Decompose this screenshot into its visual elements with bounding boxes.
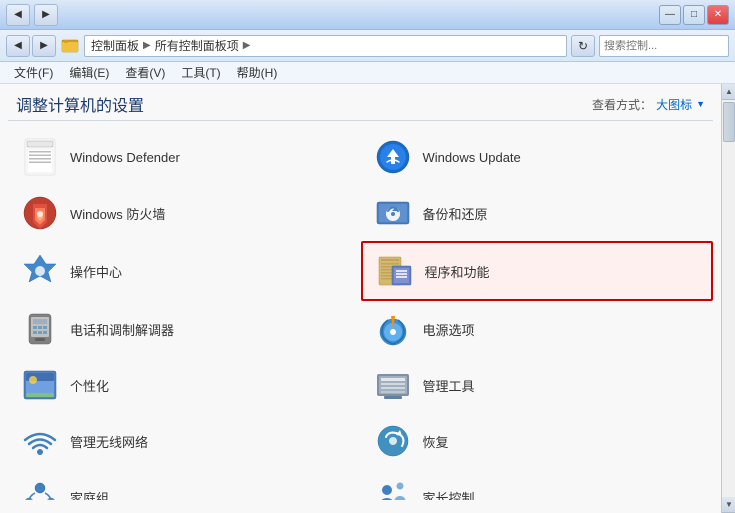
address-icon	[60, 36, 80, 56]
admin-tools-icon	[373, 365, 413, 405]
menu-bar: 文件(F) 编辑(E) 查看(V) 工具(T) 帮助(H)	[0, 62, 735, 84]
address-bar: ◀ ▶ 控制面板 ▶ 所有控制面板项 ▶ ↻ 🔍	[0, 30, 735, 62]
item-windows-defender[interactable]: Windows Defender	[8, 129, 361, 185]
parental-controls-label: 家长控制	[423, 488, 475, 501]
main-area: 调整计算机的设置 查看方式： 大图标 ▼	[0, 84, 735, 513]
homegroup-icon	[20, 477, 60, 500]
title-bar-left: ◀ ▶	[6, 4, 58, 26]
backup-restore-label: 备份和还原	[423, 204, 488, 223]
wireless-network-icon	[20, 421, 60, 461]
path-sep-2: ▶	[243, 40, 251, 51]
item-parental-controls[interactable]: 家长控制	[361, 469, 714, 500]
parental-controls-icon	[373, 477, 413, 500]
page-title: 调整计算机的设置	[16, 92, 144, 116]
path-sep-1: ▶	[143, 40, 151, 51]
recovery-icon	[373, 421, 413, 461]
phone-modem-icon	[20, 309, 60, 349]
view-value[interactable]: 大图标	[656, 96, 692, 113]
nav-buttons: ◀ ▶	[6, 35, 56, 57]
windows-defender-icon	[20, 137, 60, 177]
window-controls: — □ ✕	[659, 5, 729, 25]
scroll-up-button[interactable]: ▲	[722, 84, 735, 100]
search-input[interactable]	[604, 40, 735, 52]
backup-restore-icon	[373, 193, 413, 233]
windows-update-icon	[373, 137, 413, 177]
scrollbar[interactable]: ▲ ▼	[721, 84, 735, 513]
wireless-network-label: 管理无线网络	[70, 432, 148, 451]
item-recovery[interactable]: 恢复	[361, 413, 714, 469]
item-action-center[interactable]: 操作中心	[8, 241, 361, 301]
item-phone-modem[interactable]: 电话和调制解调器	[8, 301, 361, 357]
menu-help[interactable]: 帮助(H)	[231, 62, 284, 83]
action-center-label: 操作中心	[70, 262, 122, 281]
recovery-label: 恢复	[423, 432, 449, 451]
item-power-options[interactable]: 电源选项	[361, 301, 714, 357]
windows-firewall-icon	[20, 193, 60, 233]
forward-button[interactable]: ▶	[34, 4, 58, 26]
programs-features-icon	[375, 251, 415, 291]
view-label: 查看方式：	[592, 96, 652, 113]
address-path-box[interactable]: 控制面板 ▶ 所有控制面板项 ▶	[84, 35, 567, 57]
refresh-button[interactable]: ↻	[571, 35, 595, 57]
view-selector: 查看方式： 大图标 ▼	[592, 96, 705, 113]
menu-view[interactable]: 查看(V)	[119, 62, 171, 83]
windows-defender-label: Windows Defender	[70, 150, 180, 165]
personalization-icon	[20, 365, 60, 405]
scroll-thumb[interactable]	[723, 102, 735, 142]
programs-features-label: 程序和功能	[425, 262, 490, 281]
close-button[interactable]: ✕	[707, 5, 729, 25]
item-windows-firewall[interactable]: Windows 防火墙	[8, 185, 361, 241]
forward-nav-button[interactable]: ▶	[32, 35, 56, 57]
items-grid: Windows Defender Windows Update	[8, 129, 713, 500]
power-options-icon	[373, 309, 413, 349]
item-windows-update[interactable]: Windows Update	[361, 129, 714, 185]
content-header: 调整计算机的设置 查看方式： 大图标 ▼	[0, 84, 721, 120]
windows-firewall-label: Windows 防火墙	[70, 204, 165, 223]
content-area: 调整计算机的设置 查看方式： 大图标 ▼	[0, 84, 721, 513]
power-options-label: 电源选项	[423, 320, 475, 339]
item-admin-tools[interactable]: 管理工具	[361, 357, 714, 413]
back-nav-button[interactable]: ◀	[6, 35, 30, 57]
windows-update-label: Windows Update	[423, 150, 521, 165]
title-bar: ◀ ▶ — □ ✕	[0, 0, 735, 30]
back-button[interactable]: ◀	[6, 4, 30, 26]
item-backup-restore[interactable]: 备份和还原	[361, 185, 714, 241]
items-container: Windows Defender Windows Update	[0, 121, 721, 500]
menu-edit[interactable]: 编辑(E)	[63, 62, 115, 83]
maximize-button[interactable]: □	[683, 5, 705, 25]
personalization-label: 个性化	[70, 376, 109, 395]
menu-file[interactable]: 文件(F)	[8, 62, 59, 83]
path-item-2: 所有控制面板项	[155, 37, 239, 54]
path-item-1: 控制面板	[91, 37, 139, 54]
item-wireless-network[interactable]: 管理无线网络	[8, 413, 361, 469]
search-box[interactable]: 🔍	[599, 35, 729, 57]
minimize-button[interactable]: —	[659, 5, 681, 25]
item-personalization[interactable]: 个性化	[8, 357, 361, 413]
menu-tools[interactable]: 工具(T)	[175, 62, 226, 83]
action-center-icon	[20, 251, 60, 291]
homegroup-label: 家庭组	[70, 488, 109, 501]
scroll-track[interactable]	[722, 100, 735, 497]
item-programs-features[interactable]: 程序和功能	[361, 241, 714, 301]
item-homegroup[interactable]: 家庭组	[8, 469, 361, 500]
view-dropdown-icon[interactable]: ▼	[696, 99, 705, 109]
scroll-down-button[interactable]: ▼	[722, 497, 735, 513]
admin-tools-label: 管理工具	[423, 376, 475, 395]
phone-modem-label: 电话和调制解调器	[70, 320, 174, 339]
